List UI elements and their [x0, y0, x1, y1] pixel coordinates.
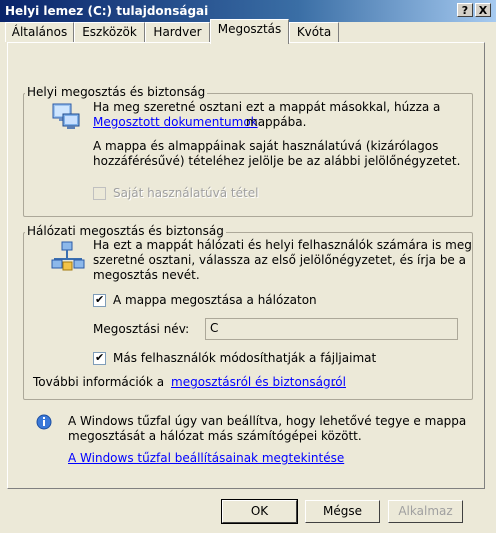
local-para2-line1: A mappa és almappáinak saját használatúv…	[93, 139, 439, 153]
local-sharing-title: Helyi megosztás és biztonság	[25, 85, 208, 99]
window-title: Helyi lemez (C:) tulajdonságai	[5, 4, 209, 18]
private-checkbox	[93, 187, 106, 200]
share-name-label: Megosztási név:	[93, 322, 190, 336]
more-info-link[interactable]: megosztásról és biztonságról	[171, 375, 346, 390]
apply-button[interactable]: Alkalmaz	[388, 500, 463, 523]
share-on-network-label[interactable]: A mappa megosztása a hálózaton	[113, 293, 317, 308]
tab-quota[interactable]: Kvóta	[289, 22, 339, 42]
local-line1: Ha meg szeretné osztani ezt a mappát más…	[93, 100, 441, 114]
tab-tools[interactable]: Eszközök	[74, 22, 145, 42]
network-sharing-title: Hálózati megosztás és biztonság	[25, 224, 226, 238]
firewall-line2: megosztását a hálózat más számítógépei k…	[68, 429, 362, 443]
allow-change-label[interactable]: Más felhasználók módosíthatják a fájljai…	[113, 351, 376, 366]
cancel-button[interactable]: Mégse	[305, 500, 380, 523]
private-checkbox-label: Saját használatúvá tétel	[113, 186, 259, 200]
network-para-line2: szeretné osztani, válassza az első jelöl…	[93, 253, 466, 267]
network-para-line3: megosztás nevét.	[93, 268, 200, 282]
more-info-suffix: .	[332, 375, 336, 389]
firewall-line1: A Windows tűzfal úgy van beállítva, hogy…	[68, 414, 467, 428]
share-name-field[interactable]: C	[205, 318, 458, 340]
tab-sharing[interactable]: Megosztás	[210, 19, 289, 44]
allow-change-checkbox[interactable]	[93, 351, 106, 365]
shared-docs-link[interactable]: Megosztott dokumentumok	[93, 115, 258, 130]
info-icon	[36, 414, 52, 430]
more-info-prefix: További információk a	[33, 375, 165, 389]
local-para2-line2: hozzáférésűvé) tételéhez jelölje be az a…	[93, 154, 461, 168]
firewall-settings-link[interactable]: A Windows tűzfal beállításainak megtekin…	[68, 451, 344, 466]
ok-button[interactable]: OK	[221, 499, 298, 524]
shared-folder-icon	[51, 100, 81, 132]
tab-hardware[interactable]: Hardver	[145, 22, 210, 42]
local-line2-suffix: mappába.	[246, 115, 307, 129]
close-button[interactable]: X	[475, 3, 491, 17]
help-button[interactable]: ?	[457, 3, 473, 17]
tab-general[interactable]: Általános	[5, 22, 74, 42]
network-para-line1: Ha ezt a mappát hálózati és helyi felhas…	[93, 238, 472, 252]
network-share-icon	[50, 240, 86, 274]
share-on-network-checkbox[interactable]	[93, 293, 106, 307]
